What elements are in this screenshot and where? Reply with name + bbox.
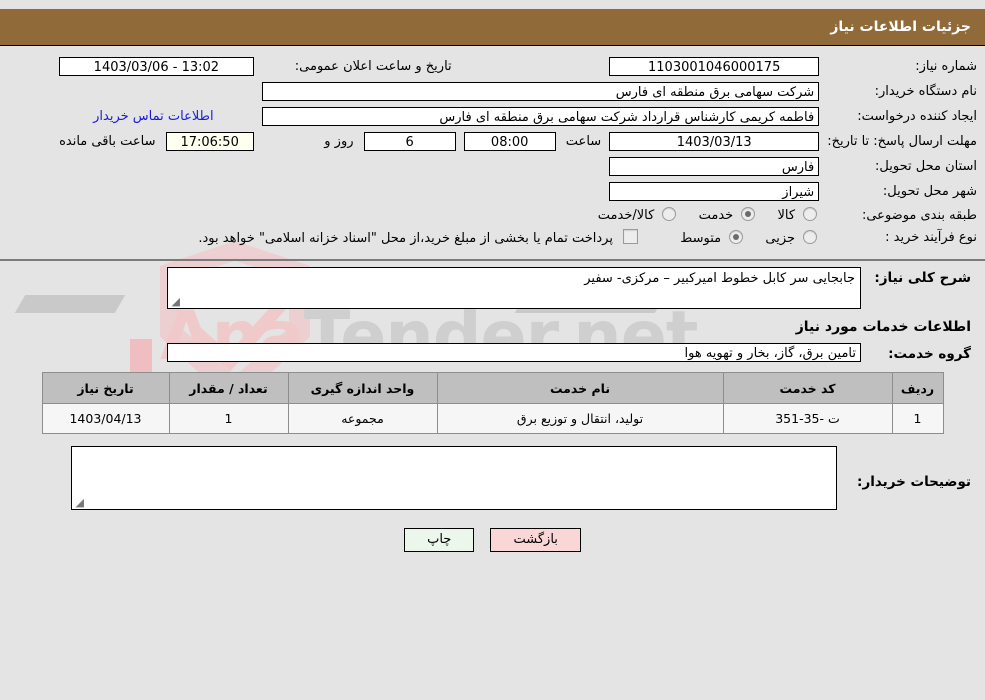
process-option-motavaset-label: متوسط (680, 231, 722, 246)
remaining-time-label: ساعت باقی مانده (59, 134, 156, 149)
deadline-time-label: ساعت (565, 134, 602, 149)
need-summary-label: شرح کلی نیاز: (874, 270, 971, 286)
row-category: طبقه بندی موضوعی: کالا خدمت کالا/خدمت (0, 204, 985, 226)
creator-field[interactable]: فاطمه کریمی کارشناس قرارداد شرکت سهامی ب… (261, 107, 820, 126)
service-group-section: گروه خدمت: تامین برق، گاز، بخار و تهویه … (0, 337, 985, 366)
need-summary-section: شرح کلی نیاز: جابجایی سر کابل خطوط امیرک… (0, 261, 985, 313)
button-bar: بازگشت چاپ (0, 514, 985, 552)
need-number-label: شماره نیاز: (915, 59, 977, 74)
row-buyer-org: نام دستگاه خریدار: شرکت سهامی برق منطقه … (0, 79, 985, 104)
buyer-notes-textarea[interactable]: ◢ (71, 446, 837, 510)
row-process: نوع فرآیند خرید : جزیی متوسط پرداخت تمام… (0, 226, 985, 249)
row-province: استان محل تحویل: فارس (0, 154, 985, 179)
announce-datetime-label: تاریخ و ساعت اعلان عمومی: (294, 59, 452, 74)
radio-motavaset-icon[interactable] (729, 230, 744, 244)
category-option-khedmat[interactable]: خدمت (678, 207, 757, 223)
category-label: طبقه بندی موضوعی: (861, 207, 977, 223)
services-heading: اطلاعات خدمات مورد نیاز (795, 319, 971, 335)
services-table: ردیف کد خدمت نام خدمت واحد اندازه گیری ت… (41, 372, 944, 434)
buyer-org-field[interactable]: شرکت سهامی برق منطقه ای فارس (261, 82, 820, 101)
province-label: استان محل تحویل: (875, 159, 977, 174)
category-option-kala[interactable]: کالا (757, 207, 819, 223)
row-city: شهر محل تحویل: شیراز (0, 179, 985, 204)
service-group-label: گروه خدمت: (888, 346, 971, 362)
buyer-contact-link[interactable]: اطلاعات تماس خریدار (93, 109, 213, 124)
cell-name: تولید، انتقال و توزیع برق (436, 403, 724, 434)
buyer-notes-section: توضیحات خریدار: ◢ (0, 434, 985, 514)
page-title: جزئیات اطلاعات نیاز (830, 19, 971, 35)
print-button[interactable]: چاپ (404, 528, 475, 552)
announce-datetime-field[interactable]: 13:02 - 1403/03/06 (59, 57, 254, 76)
buyer-org-label: نام دستگاه خریدار: (874, 84, 977, 99)
city-field[interactable]: شیراز (609, 182, 820, 201)
services-table-header-row: ردیف کد خدمت نام خدمت واحد اندازه گیری ت… (41, 372, 944, 404)
need-details-form: شماره نیاز: 1103001046000175 تاریخ و ساع… (0, 54, 985, 249)
radio-kala-khedmat-icon[interactable] (662, 207, 677, 221)
col-name: نام خدمت (436, 372, 724, 404)
cell-unit: مجموعه (287, 403, 438, 434)
need-number-field[interactable]: 1103001046000175 (609, 57, 820, 76)
radio-kala-icon[interactable] (803, 207, 818, 221)
col-need-date: تاریخ نیاز (41, 372, 170, 404)
remaining-time-field: 17:06:50 (165, 132, 254, 151)
need-details-panel: شماره نیاز: 1103001046000175 تاریخ و ساع… (0, 46, 985, 261)
creator-label: ایجاد کننده درخواست: (857, 109, 977, 124)
col-unit: واحد اندازه گیری (287, 372, 438, 404)
radio-jozei-icon[interactable] (803, 230, 818, 244)
row-need-number: شماره نیاز: 1103001046000175 تاریخ و ساع… (0, 54, 985, 79)
process-option-motavaset[interactable]: متوسط (660, 230, 745, 246)
province-field[interactable]: فارس (609, 157, 820, 176)
category-option-kala-label: کالا (777, 208, 796, 223)
process-label: نوع فرآیند خرید : (885, 230, 977, 245)
back-button[interactable]: بازگشت (490, 528, 581, 552)
process-option-jozei-label: جزیی (765, 231, 796, 246)
category-option-kala-khedmat-label: کالا/خدمت (597, 208, 655, 223)
treasury-checkbox-icon[interactable] (623, 229, 639, 244)
row-creator: ایجاد کننده درخواست: فاطمه کریمی کارشناس… (0, 104, 985, 129)
cell-need-date: 1403/04/13 (41, 403, 170, 434)
treasury-note-text: پرداخت تمام یا بخشی از مبلغ خرید،از محل … (198, 231, 613, 246)
col-quantity: تعداد / مقدار (168, 372, 289, 404)
deadline-time-field[interactable]: 08:00 (463, 132, 556, 151)
need-summary-textarea[interactable]: جابجایی سر کابل خطوط امیرکبیر – مرکزی- س… (167, 267, 861, 309)
window-title-bar: جزئیات اطلاعات نیاز (0, 9, 985, 46)
radio-khedmat-icon[interactable] (741, 207, 756, 221)
col-code: کد خدمت (722, 372, 893, 404)
service-group-field[interactable]: تامین برق، گاز، بخار و تهویه هوا (167, 343, 861, 362)
cell-quantity: 1 (168, 403, 289, 434)
remaining-days-field: 6 (363, 132, 456, 151)
category-option-khedmat-label: خدمت (698, 208, 734, 223)
buyer-notes-label: توضیحات خریدار: (857, 474, 971, 490)
row-deadline: مهلت ارسال پاسخ: تا تاریخ: 1403/03/13 سا… (0, 129, 985, 154)
deadline-label: مهلت ارسال پاسخ: تا تاریخ: (827, 134, 977, 149)
cell-row: 1 (891, 403, 944, 434)
treasury-checkbox-group[interactable]: پرداخت تمام یا بخشی از مبلغ خرید،از محل … (198, 229, 640, 246)
category-option-kala-khedmat[interactable]: کالا/خدمت (582, 207, 679, 223)
table-row: 1 ت -35-351 تولید، انتقال و توزیع برق مج… (41, 403, 944, 434)
resize-grip-icon[interactable]: ◢ (170, 296, 180, 307)
process-option-jozei[interactable]: جزیی (745, 230, 819, 246)
remaining-days-label: روز و (324, 134, 354, 149)
need-summary-value: جابجایی سر کابل خطوط امیرکبیر – مرکزی- س… (584, 271, 855, 286)
city-label: شهر محل تحویل: (882, 184, 977, 199)
deadline-date-field[interactable]: 1403/03/13 (609, 132, 820, 151)
cell-code: ت -35-351 (722, 403, 893, 434)
resize-grip-icon-notes[interactable]: ◢ (74, 497, 84, 508)
col-row: ردیف (891, 372, 944, 404)
